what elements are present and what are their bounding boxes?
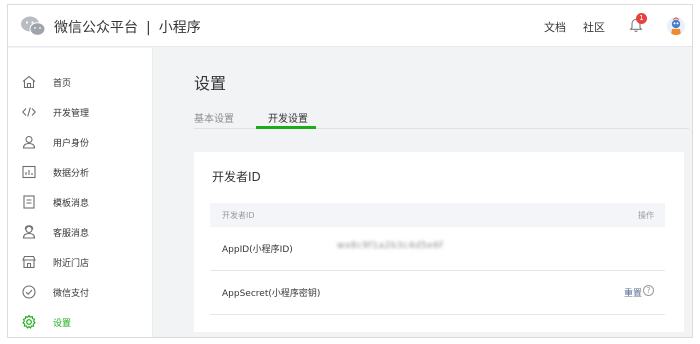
- home-icon: [21, 74, 37, 90]
- platform-name: 微信公众平台: [54, 20, 138, 36]
- chart-icon: [21, 164, 37, 180]
- brand-title[interactable]: 微信公众平台 | 小程序: [54, 17, 201, 37]
- avatar-icon[interactable]: [667, 17, 685, 35]
- sidebar-item-wechat-pay[interactable]: 微信支付: [8, 277, 153, 307]
- page-title: 设置: [194, 74, 227, 93]
- sidebar-item-nearby-stores[interactable]: 附近门店: [8, 247, 153, 277]
- sidebar-item-label: 开发管理: [53, 108, 90, 119]
- sidebar-item-home[interactable]: 首页: [8, 67, 153, 97]
- active-tab-indicator: [256, 126, 316, 129]
- nav-docs-link[interactable]: 文档: [544, 19, 566, 35]
- notification-badge: 1: [636, 13, 647, 24]
- tab-dev-settings[interactable]: 开发设置: [268, 110, 308, 125]
- sidebar-item-label: 设置: [53, 318, 72, 329]
- appid-label: AppID(小程序ID): [222, 245, 293, 255]
- column-header-dev-id: 开发者ID: [222, 211, 255, 220]
- gear-icon: [21, 314, 37, 330]
- sidebar-item-customer-service[interactable]: 客服消息: [8, 217, 153, 247]
- sidebar-item-label: 数据分析: [53, 168, 90, 179]
- sidebar-item-user-identity[interactable]: 用户身份: [8, 127, 153, 157]
- appid-value: wx8c9f1a2b3c4d5e6f: [337, 241, 444, 251]
- sidebar-item-label: 用户身份: [53, 138, 90, 149]
- sidebar-item-template-msg[interactable]: 模板消息: [8, 187, 153, 217]
- developer-id-card: 开发者ID 开发者ID 操作 AppID(小程序ID) wx8c9f1a2b3c…: [194, 152, 684, 332]
- tab-bar: 基本设置 开发设置: [194, 104, 689, 129]
- nav-community-link[interactable]: 社区: [583, 19, 605, 35]
- document-icon: [21, 194, 37, 210]
- pay-icon: [21, 284, 37, 300]
- main-content: 设置 基本设置 开发设置 开发者ID 开发者ID 操作 AppID(小程序ID)…: [154, 48, 692, 337]
- top-header: 微信公众平台 | 小程序 文档 社区 1: [8, 5, 692, 47]
- sidebar: 首页 开发管理 用户身份 数据分析 模板消息 客服消息 附近门店 微信支付 设置: [8, 48, 153, 337]
- sidebar-item-label: 模板消息: [53, 198, 90, 209]
- appsecret-label: AppSecret(小程序密钥): [222, 289, 321, 299]
- table-header: 开发者ID 操作: [210, 203, 665, 227]
- brand-separator: |: [146, 20, 151, 36]
- card-title: 开发者ID: [212, 170, 261, 184]
- sidebar-item-label: 客服消息: [53, 228, 90, 239]
- headset-user-icon: [21, 224, 37, 240]
- column-header-action: 操作: [638, 211, 654, 220]
- reset-secret-link[interactable]: 重置: [624, 286, 642, 299]
- code-icon: [21, 104, 37, 120]
- store-icon: [21, 254, 37, 270]
- wechat-logo-icon[interactable]: [20, 15, 46, 37]
- table-row-appid: AppID(小程序ID) wx8c9f1a2b3c4d5e6f: [210, 227, 665, 271]
- sidebar-item-dev-manage[interactable]: 开发管理: [8, 97, 153, 127]
- tab-basic-settings[interactable]: 基本设置: [194, 110, 234, 125]
- sidebar-item-label: 微信支付: [53, 288, 90, 299]
- sidebar-item-analytics[interactable]: 数据分析: [8, 157, 153, 187]
- sidebar-item-label: 附近门店: [53, 258, 90, 269]
- table-row-appsecret: AppSecret(小程序密钥) 重置 ?: [210, 271, 665, 315]
- help-icon[interactable]: ?: [643, 285, 654, 296]
- product-name: 小程序: [158, 20, 201, 36]
- app-window: 微信公众平台 | 小程序 文档 社区 1 首页 开发管理 用户身份 数据分析 模…: [7, 4, 693, 338]
- sidebar-item-settings[interactable]: 设置: [8, 307, 153, 337]
- sidebar-item-label: 首页: [53, 78, 72, 89]
- user-icon: [21, 134, 37, 150]
